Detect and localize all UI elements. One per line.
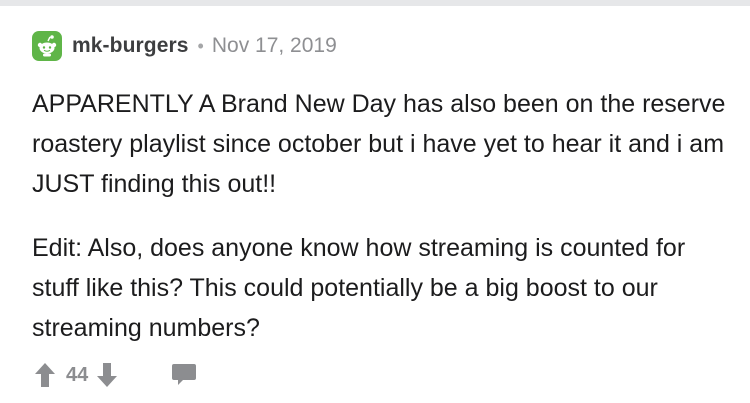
comment-header: mk-burgers • Nov 17, 2019: [32, 28, 732, 64]
comment-paragraph: APPARENTLY A Brand New Day has also been…: [32, 90, 726, 198]
comment-date: Nov 17, 2019: [211, 34, 337, 57]
comment-bubble-icon[interactable]: [171, 363, 197, 387]
meta-separator: •: [197, 35, 204, 56]
comment: mk-burgers • Nov 17, 2019 APPARENTLY A B…: [32, 28, 732, 372]
comment-actions: 44: [34, 361, 197, 389]
comment-body: APPARENTLY A Brand New Day has also been…: [32, 84, 732, 348]
reddit-snoo-avatar-icon[interactable]: [32, 31, 62, 61]
comment-paragraph: Edit: Also, does anyone know how streami…: [32, 234, 686, 342]
downvote-arrow-icon[interactable]: [96, 362, 118, 388]
top-divider: [0, 0, 750, 6]
vote-score: 44: [66, 363, 89, 386]
vote-controls: 44: [34, 362, 118, 388]
upvote-arrow-icon[interactable]: [34, 362, 56, 388]
comment-author-link[interactable]: mk-burgers: [72, 34, 189, 58]
